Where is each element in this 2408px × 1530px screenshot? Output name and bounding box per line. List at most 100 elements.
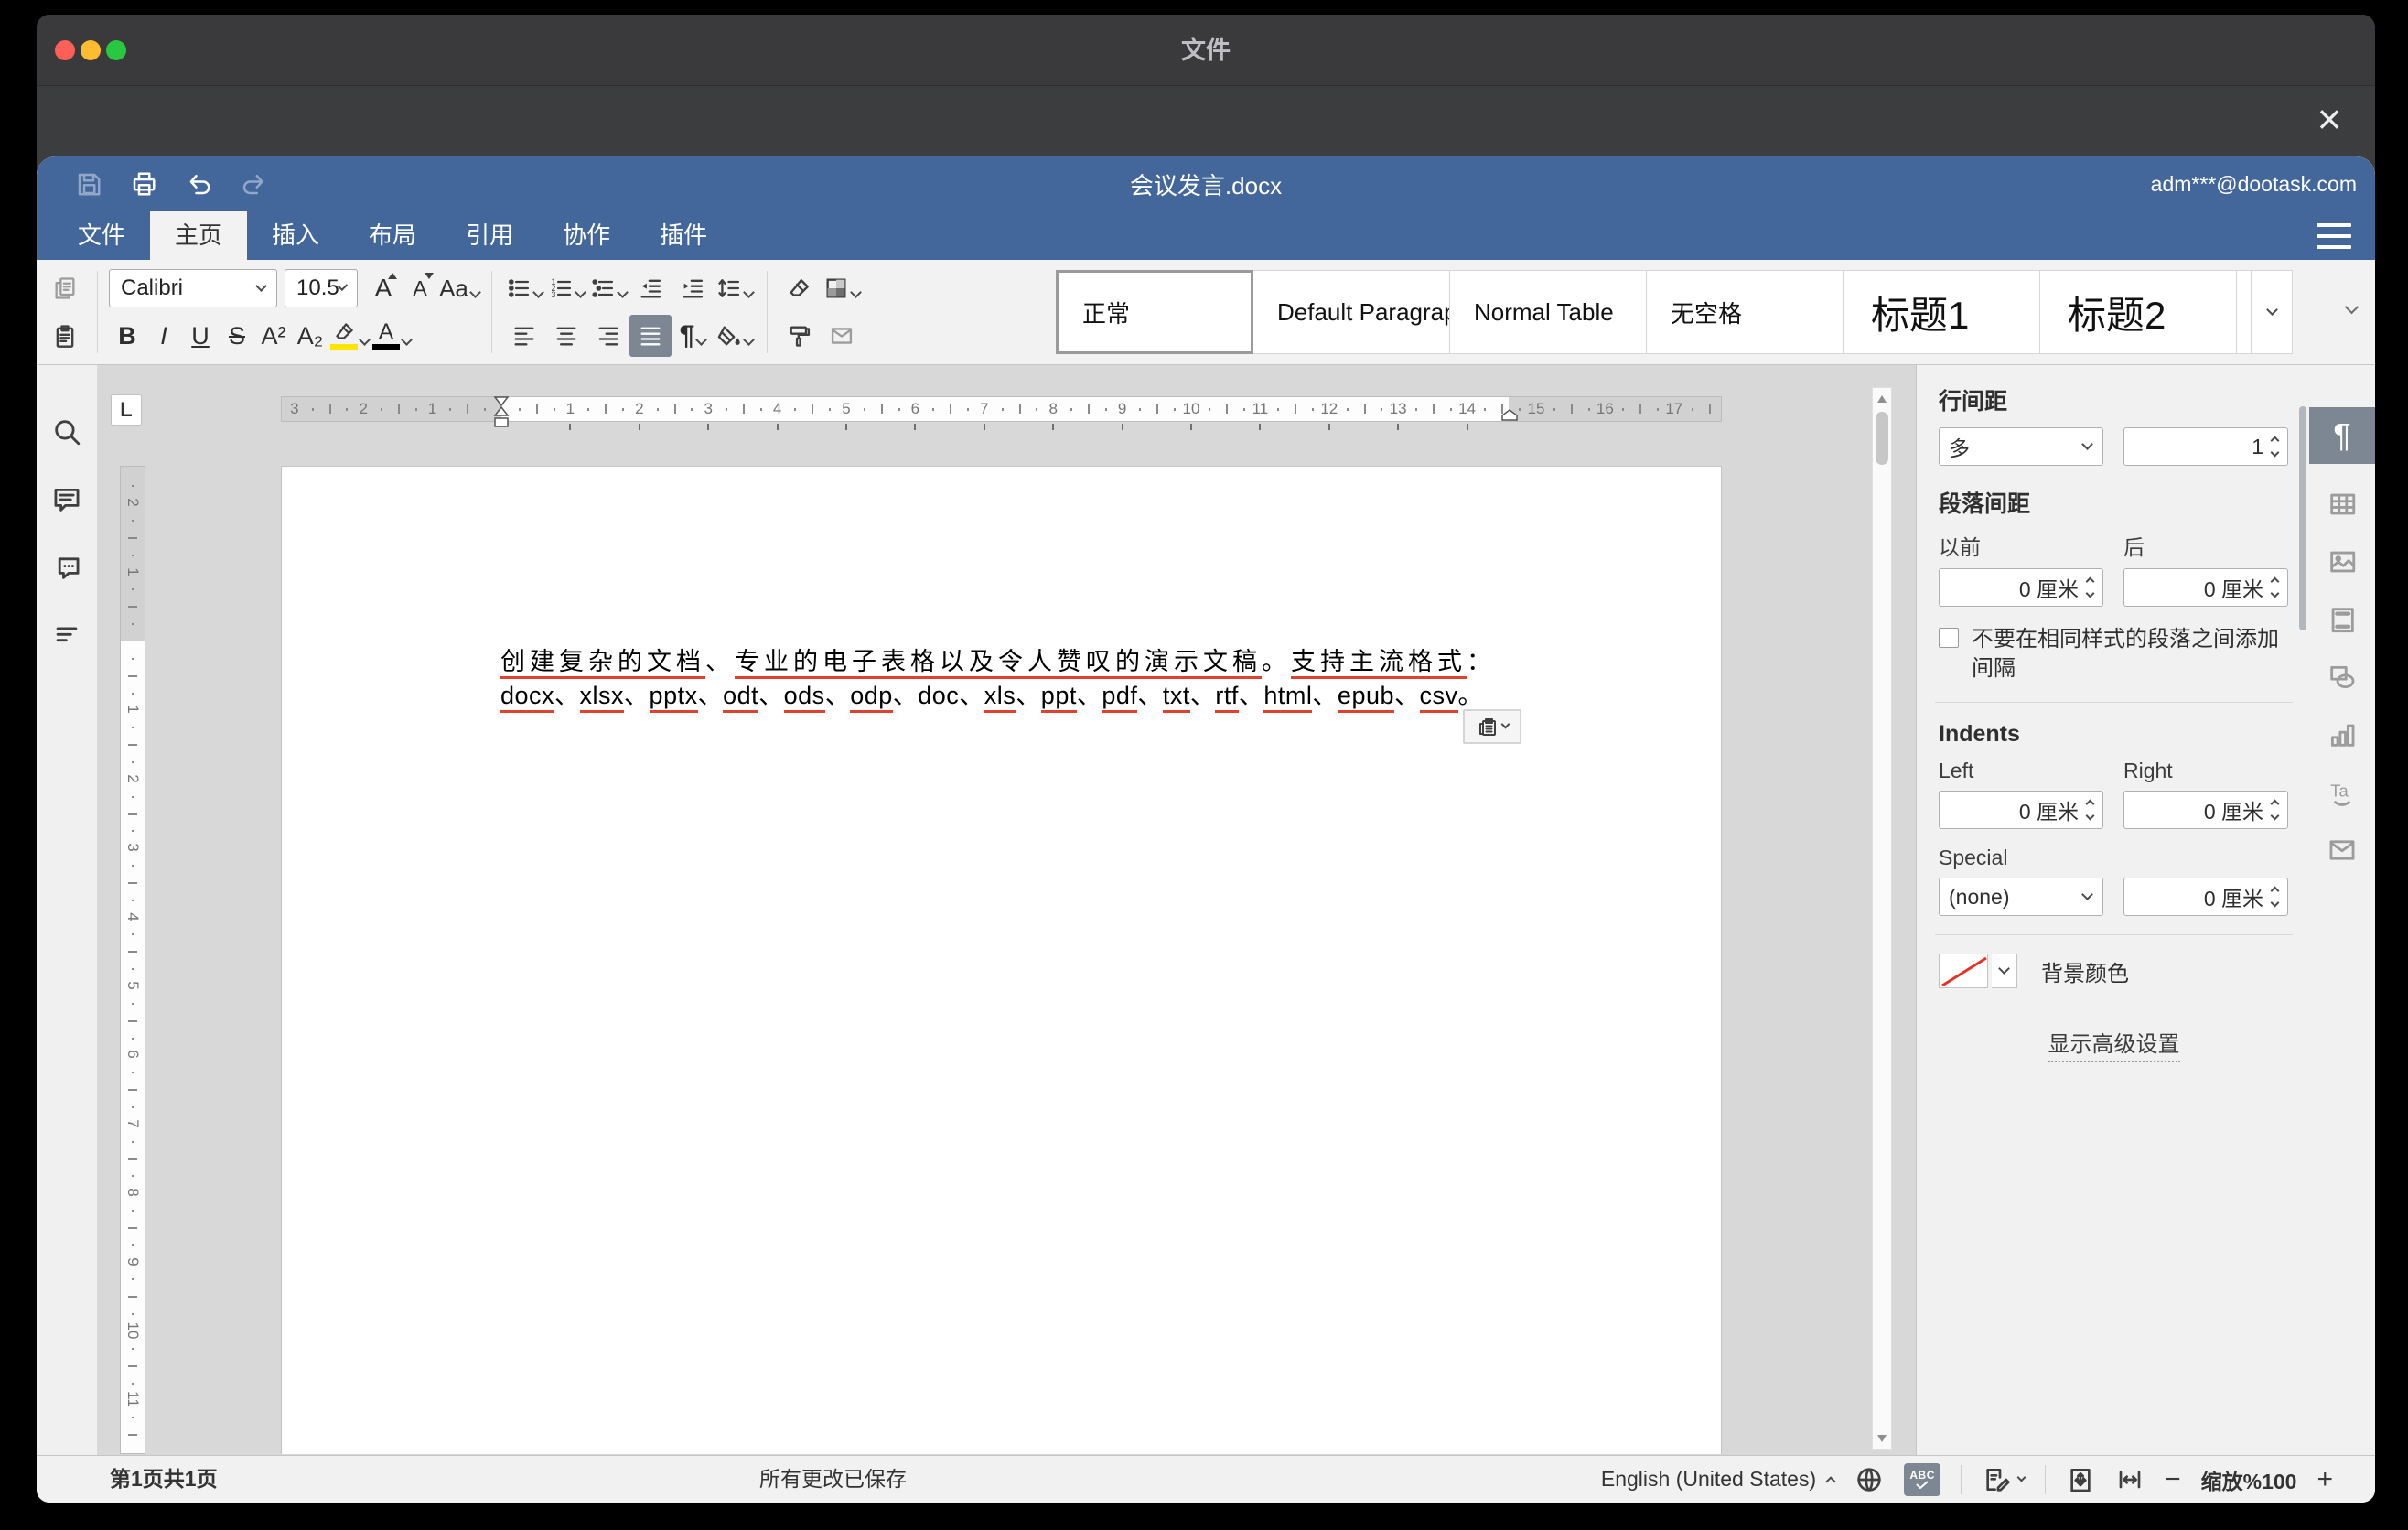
spacing-after-spinner[interactable]: 0 厘米 [2123, 568, 2288, 607]
increase-indent-icon[interactable] [672, 267, 714, 309]
strikeout-button[interactable]: S [219, 315, 255, 357]
indent-right-spinner[interactable]: 0 厘米 [2123, 791, 2288, 829]
style-default-paragraph[interactable]: Default Paragraph [1252, 270, 1450, 354]
fit-page-icon[interactable] [2066, 1465, 2095, 1494]
ruler-number: 8 [124, 1180, 142, 1204]
table-settings-icon[interactable] [2327, 489, 2358, 520]
tab-file[interactable]: 文件 [53, 211, 150, 260]
set-language-icon[interactable] [1854, 1465, 1884, 1494]
scrollbar-thumb[interactable] [1876, 412, 1888, 465]
line-spacing-icon[interactable] [714, 267, 756, 309]
tab-layout[interactable]: 布局 [344, 211, 441, 260]
line-spacing-value-spinner[interactable]: 1 [2123, 427, 2288, 466]
tab-home[interactable]: 主页 [150, 211, 247, 260]
highlight-color-icon[interactable] [328, 315, 371, 357]
no-space-between-checkbox[interactable] [1939, 628, 1959, 648]
chart-settings-icon[interactable] [2327, 719, 2358, 750]
subscript-button[interactable]: A₂ [292, 315, 328, 357]
navigation-icon[interactable] [51, 620, 82, 651]
decrease-font-icon[interactable]: A [402, 267, 438, 309]
document-line-2[interactable]: docx、xlsx、pptx、odt、ods、odp、doc、xls、ppt、p… [500, 679, 1510, 713]
search-icon[interactable] [51, 416, 82, 447]
align-right-icon[interactable] [587, 315, 629, 357]
mailmerge-settings-icon[interactable] [2327, 835, 2358, 866]
text-segment: 、 [1190, 682, 1216, 710]
nonprinting-chars-icon[interactable]: ¶ [672, 315, 714, 357]
paragraph-settings-icon[interactable]: ¶ [2309, 407, 2375, 464]
track-changes-icon[interactable] [1982, 1465, 2025, 1494]
font-size-select[interactable]: 10.5 [285, 269, 358, 307]
tab-insert[interactable]: 插入 [247, 211, 344, 260]
panel-scrollbar-thumb[interactable] [2299, 406, 2306, 630]
v-ruler[interactable]: 211234567891011 [120, 466, 145, 1454]
align-center-icon[interactable] [545, 315, 587, 357]
comments-icon[interactable] [51, 484, 82, 515]
font-name-select[interactable]: Calibri [109, 269, 277, 307]
tab-plugins[interactable]: 插件 [635, 211, 732, 260]
decrease-indent-icon[interactable] [629, 267, 672, 309]
style-heading2[interactable]: 标题2 [2039, 270, 2237, 354]
clear-style-icon[interactable] [779, 267, 821, 309]
show-advanced-settings-link[interactable]: 显示高级设置 [2048, 1026, 2180, 1062]
mailmerge-icon[interactable] [821, 315, 863, 357]
align-left-icon[interactable] [503, 315, 545, 357]
copy-icon[interactable] [44, 267, 86, 309]
spacing-before-spinner[interactable]: 0 厘米 [1939, 568, 2103, 607]
underline-button[interactable]: U [182, 315, 219, 357]
background-color-swatch[interactable] [1939, 954, 1988, 988]
change-case-icon[interactable]: Aa [438, 267, 480, 309]
font-color-icon[interactable]: A [371, 315, 413, 357]
close-icon[interactable]: × [2307, 93, 2351, 145]
align-justify-icon[interactable] [629, 315, 672, 357]
right-indent-marker[interactable] [1500, 408, 1519, 422]
menu-icon[interactable] [2317, 223, 2351, 249]
document-line-1[interactable]: 创建复杂的文档、专业的电子表格以及令人赞叹的演示文稿。支持主流格式： [500, 645, 1510, 679]
language-selector[interactable]: English (United States) [1601, 1467, 1834, 1492]
h-ruler[interactable]: 3211234567891011121314151617 [281, 396, 1722, 422]
document-scrollbar[interactable] [1872, 387, 1892, 1450]
style-no-spacing[interactable]: 无空格 [1646, 270, 1844, 354]
shape-settings-icon[interactable] [2327, 662, 2358, 693]
ruler-tick [967, 408, 969, 411]
special-indent-select[interactable]: (none) [1939, 878, 2103, 916]
fit-width-icon[interactable] [2115, 1465, 2145, 1494]
multilevel-list-icon[interactable] [587, 267, 629, 309]
indent-marker[interactable] [491, 395, 511, 428]
copy-style-icon[interactable] [779, 315, 821, 357]
tab-references[interactable]: 引用 [441, 211, 538, 260]
paragraph-shading-icon[interactable] [714, 315, 756, 357]
zoom-in-button[interactable]: + [2317, 1466, 2333, 1493]
numbered-list-icon[interactable]: 123 [545, 267, 587, 309]
style-heading1[interactable]: 标题1 [1843, 270, 2040, 354]
textart-settings-icon[interactable]: Ta [2327, 777, 2358, 808]
scroll-up-icon[interactable] [1877, 395, 1887, 403]
bold-button[interactable]: B [109, 315, 145, 357]
bullet-list-icon[interactable] [503, 267, 545, 309]
increase-font-icon[interactable]: A [365, 267, 402, 309]
collapse-toolbar-icon[interactable] [2347, 300, 2357, 317]
tab-collaboration[interactable]: 协作 [538, 211, 635, 260]
background-color-dropdown-icon[interactable] [1992, 954, 2017, 988]
paste-options-button[interactable] [1463, 709, 1521, 744]
superscript-button[interactable]: A² [255, 315, 292, 357]
image-settings-icon[interactable] [2327, 546, 2358, 577]
style-normal-table[interactable]: Normal Table [1449, 270, 1647, 354]
line-spacing-select[interactable]: 多 [1939, 427, 2103, 466]
spellcheck-icon[interactable]: ABC [1904, 1463, 1940, 1496]
italic-button[interactable]: I [145, 315, 182, 357]
style-normal[interactable]: 正常 [1056, 270, 1253, 354]
page[interactable] [281, 466, 1722, 1454]
headerfooter-settings-icon[interactable] [2327, 604, 2358, 635]
style-gallery-expand-icon[interactable] [2251, 270, 2293, 354]
paste-icon[interactable] [44, 315, 86, 357]
ruler-tick [312, 408, 314, 411]
tab-stop-selector[interactable]: L [111, 394, 142, 426]
zoom-out-button[interactable]: − [2165, 1466, 2181, 1493]
chat-icon[interactable] [51, 552, 82, 583]
indent-left-spinner[interactable]: 0 厘米 [1939, 791, 2103, 829]
document-text[interactable]: 创建复杂的文档、专业的电子表格以及令人赞叹的演示文稿。支持主流格式： docx、… [500, 645, 1510, 713]
special-indent-spinner[interactable]: 0 厘米 [2123, 878, 2288, 916]
scroll-down-icon[interactable] [1877, 1435, 1887, 1442]
table-shading-icon[interactable] [821, 267, 863, 309]
page-count[interactable]: 第1页共1页 [110, 1456, 218, 1503]
